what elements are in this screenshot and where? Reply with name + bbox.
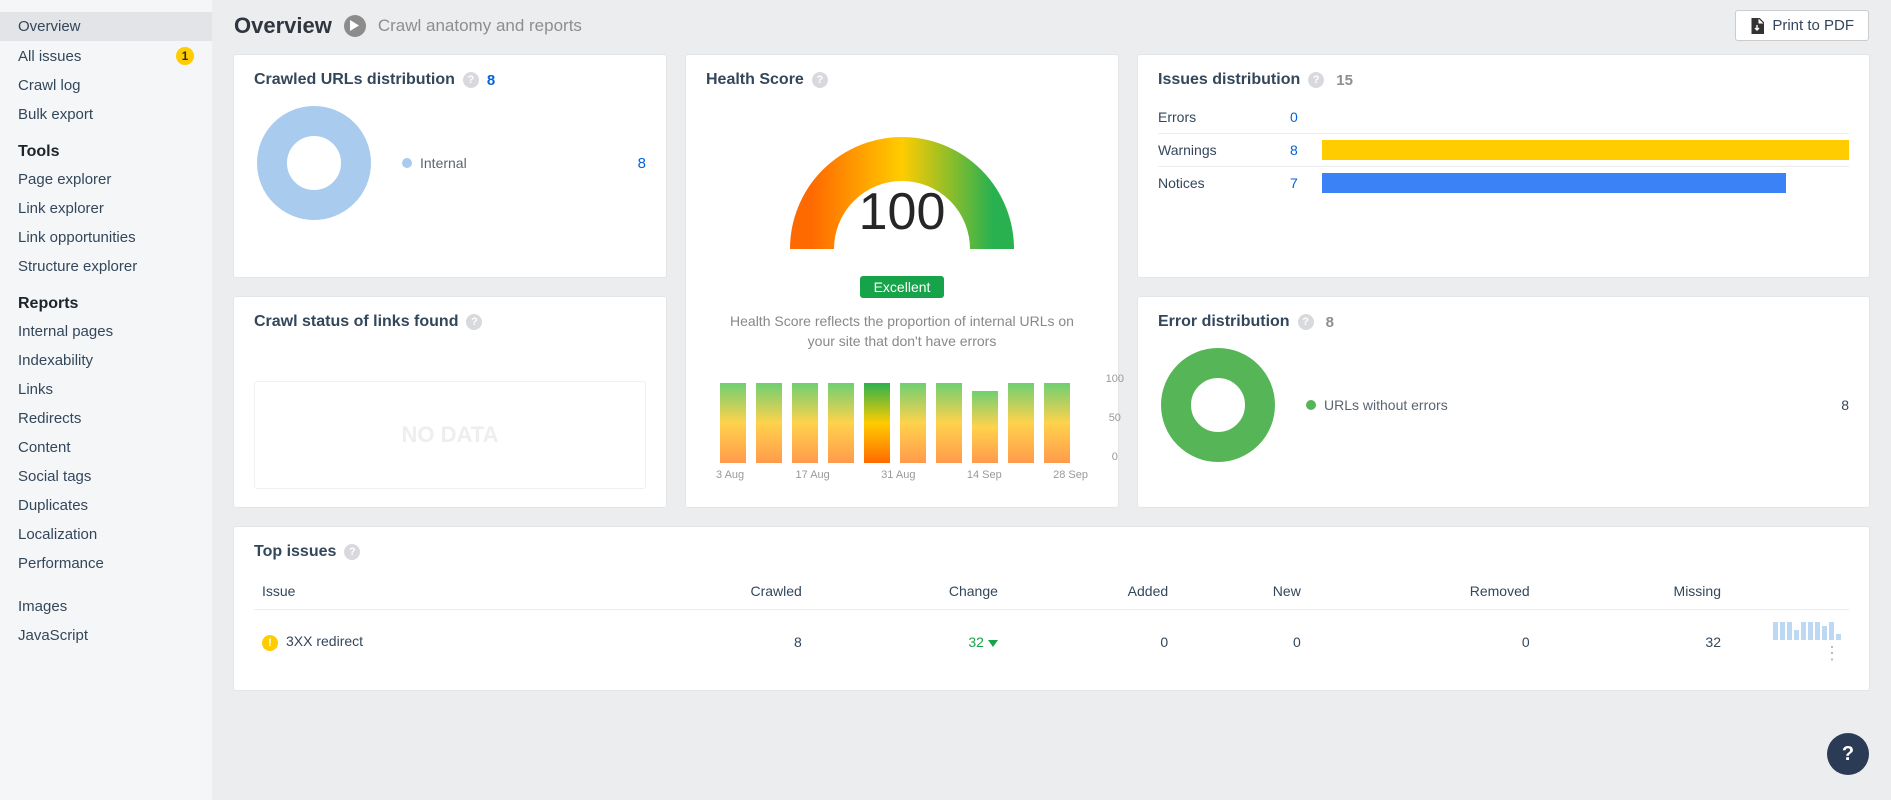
trend-down-icon bbox=[988, 640, 998, 647]
sparkline bbox=[1773, 620, 1841, 640]
sidebar-item-social-tags[interactable]: Social tags bbox=[0, 462, 212, 491]
legend-item-no-errors[interactable]: URLs without errors 8 bbox=[1306, 397, 1849, 413]
help-icon[interactable]: ? bbox=[344, 544, 360, 560]
sidebar-item-javascript[interactable]: JavaScript bbox=[0, 621, 212, 650]
sidebar: OverviewAll issues1Crawl logBulk export … bbox=[0, 0, 212, 800]
sidebar-item-all-issues[interactable]: All issues1 bbox=[0, 41, 212, 71]
card-title: Crawled URLs distribution bbox=[254, 71, 455, 89]
sidebar-item-overview[interactable]: Overview bbox=[0, 12, 212, 41]
legend-item-internal[interactable]: Internal 8 bbox=[402, 155, 646, 172]
crawled-donut-chart bbox=[254, 103, 374, 223]
issues-total: 15 bbox=[1336, 72, 1353, 89]
health-gauge: 100 bbox=[772, 99, 1032, 269]
col-added[interactable]: Added bbox=[1006, 573, 1176, 610]
sidebar-item-bulk-export[interactable]: Bulk export bbox=[0, 100, 212, 129]
card-title: Health Score bbox=[706, 71, 804, 89]
issue-row-notices[interactable]: Notices 7 bbox=[1158, 166, 1849, 199]
issue-row-errors[interactable]: Errors 0 bbox=[1158, 101, 1849, 133]
top-issues-table: IssueCrawledChangeAddedNewRemovedMissing… bbox=[254, 573, 1849, 674]
card-title: Crawl status of links found bbox=[254, 313, 458, 331]
sidebar-item-performance[interactable]: Performance bbox=[0, 549, 212, 578]
sidebar-item-links[interactable]: Links bbox=[0, 375, 212, 404]
health-history-chart: 100 50 0 bbox=[706, 373, 1098, 463]
sidebar-item-indexability[interactable]: Indexability bbox=[0, 346, 212, 375]
sidebar-item-content[interactable]: Content bbox=[0, 433, 212, 462]
card-title: Top issues bbox=[254, 543, 336, 561]
crawl-status-card: Crawl status of links found ? NO DATA bbox=[234, 297, 666, 507]
error-donut-chart bbox=[1158, 345, 1278, 465]
download-icon bbox=[1750, 18, 1764, 34]
main-content: Overview Crawl anatomy and reports Print… bbox=[212, 0, 1891, 800]
health-desc: Health Score reflects the proportion of … bbox=[706, 312, 1098, 351]
help-icon[interactable]: ? bbox=[466, 314, 482, 330]
play-icon[interactable] bbox=[344, 15, 366, 37]
help-icon[interactable]: ? bbox=[812, 72, 828, 88]
badge: 1 bbox=[176, 47, 194, 65]
sidebar-item-internal-pages[interactable]: Internal pages bbox=[0, 317, 212, 346]
col-new[interactable]: New bbox=[1176, 573, 1309, 610]
dot-icon bbox=[1306, 400, 1316, 410]
col-missing[interactable]: Missing bbox=[1538, 573, 1729, 610]
help-icon[interactable]: ? bbox=[1298, 314, 1314, 330]
tools-header: Tools bbox=[0, 129, 212, 165]
page-title: Overview bbox=[234, 13, 332, 39]
print-pdf-button[interactable]: Print to PDF bbox=[1735, 10, 1869, 41]
col-issue[interactable]: Issue bbox=[254, 573, 607, 610]
health-label: Excellent bbox=[860, 276, 945, 298]
help-icon[interactable]: ? bbox=[463, 72, 479, 88]
sidebar-item-redirects[interactable]: Redirects bbox=[0, 404, 212, 433]
table-row[interactable]: !3XX redirect 8 32 0 0 0 32 ⋮ bbox=[254, 610, 1849, 675]
crawled-total[interactable]: 8 bbox=[487, 72, 495, 89]
sidebar-item-link-opportunities[interactable]: Link opportunities bbox=[0, 223, 212, 252]
warning-icon: ! bbox=[262, 635, 278, 651]
sidebar-item-localization[interactable]: Localization bbox=[0, 520, 212, 549]
sidebar-item-structure-explorer[interactable]: Structure explorer bbox=[0, 252, 212, 281]
reports-header: Reports bbox=[0, 281, 212, 317]
top-issues-card: Top issues ? IssueCrawledChangeAddedNewR… bbox=[234, 527, 1869, 690]
kebab-icon[interactable]: ⋮ bbox=[1811, 643, 1841, 663]
sidebar-item-crawl-log[interactable]: Crawl log bbox=[0, 71, 212, 100]
issues-distribution-card: Issues distribution ? 15 Errors 0 Warnin… bbox=[1138, 55, 1869, 277]
no-data-placeholder: NO DATA bbox=[254, 381, 646, 489]
col-removed[interactable]: Removed bbox=[1309, 573, 1538, 610]
sidebar-item-duplicates[interactable]: Duplicates bbox=[0, 491, 212, 520]
issue-row-warnings[interactable]: Warnings 8 bbox=[1158, 133, 1849, 166]
sidebar-item-page-explorer[interactable]: Page explorer bbox=[0, 165, 212, 194]
error-dist-total: 8 bbox=[1326, 314, 1334, 331]
help-icon[interactable]: ? bbox=[1308, 72, 1324, 88]
sidebar-item-link-explorer[interactable]: Link explorer bbox=[0, 194, 212, 223]
crawled-urls-card: Crawled URLs distribution ? 8 Internal 8 bbox=[234, 55, 666, 277]
health-score-card: Health Score ? bbox=[686, 55, 1118, 507]
help-fab-button[interactable]: ? bbox=[1827, 733, 1869, 775]
error-distribution-card: Error distribution ? 8 URLs without erro… bbox=[1138, 297, 1869, 507]
svg-text:100: 100 bbox=[859, 183, 946, 241]
card-title: Error distribution bbox=[1158, 313, 1290, 331]
page-subtitle: Crawl anatomy and reports bbox=[378, 16, 582, 36]
dot-icon bbox=[402, 158, 412, 168]
card-title: Issues distribution bbox=[1158, 71, 1300, 89]
col-change[interactable]: Change bbox=[810, 573, 1006, 610]
sidebar-item-images[interactable]: Images bbox=[0, 592, 212, 621]
col-crawled[interactable]: Crawled bbox=[607, 573, 810, 610]
